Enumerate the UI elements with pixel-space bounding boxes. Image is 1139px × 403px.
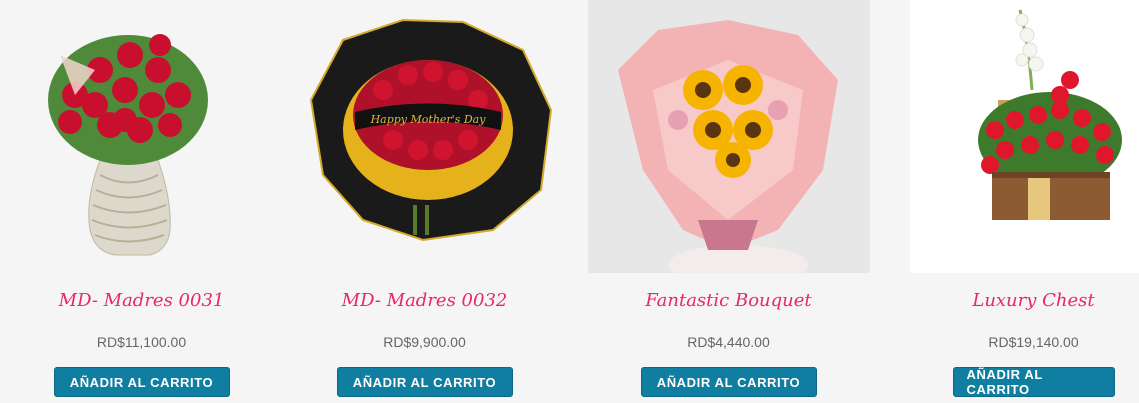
red-roses-vase-image	[0, 0, 283, 273]
product-price: RD$11,100.00	[96, 334, 187, 350]
product-card: MD- Madres 0031 RD$11,100.00 AÑADIR AL C…	[0, 0, 283, 403]
add-to-cart-button[interactable]: AÑADIR AL CARRITO	[640, 367, 817, 397]
product-name[interactable]: Luxury Chest	[972, 289, 1094, 313]
ribbon-text: Happy Mother's Day	[370, 113, 487, 126]
product-name[interactable]: MD- Madres 0032	[342, 289, 508, 313]
product-card: Fantastic Bouquet RD$4,440.00 AÑADIR AL …	[587, 0, 870, 403]
roses-sunflowers-black-wrap-image: Happy Mother's Day	[283, 0, 566, 273]
product-name[interactable]: MD- Madres 0031	[59, 289, 225, 313]
add-to-cart-button[interactable]: AÑADIR AL CARRITO	[336, 367, 513, 397]
product-card: Happy Mother's Day MD- Madres 0032 RD$9,…	[283, 0, 566, 403]
product-image[interactable]: Happy Mother's Day	[283, 0, 566, 273]
sunflower-pink-bouquet-image	[587, 0, 870, 273]
product-price: RD$4,440.00	[687, 334, 770, 350]
product-price: RD$19,140.00	[988, 334, 1079, 350]
roses-wooden-chest-image	[910, 0, 1139, 273]
product-price: RD$9,900.00	[383, 334, 466, 350]
product-image[interactable]	[587, 0, 870, 273]
product-grid: MD- Madres 0031 RD$11,100.00 AÑADIR AL C…	[0, 0, 1139, 403]
product-image[interactable]	[910, 0, 1139, 273]
add-to-cart-button[interactable]: AÑADIR AL CARRITO	[952, 367, 1115, 397]
product-image[interactable]	[0, 0, 283, 273]
product-card: Luxury Chest RD$19,140.00 AÑADIR AL CARR…	[892, 0, 1139, 403]
add-to-cart-button[interactable]: AÑADIR AL CARRITO	[53, 367, 230, 397]
product-name[interactable]: Fantastic Bouquet	[645, 289, 811, 313]
